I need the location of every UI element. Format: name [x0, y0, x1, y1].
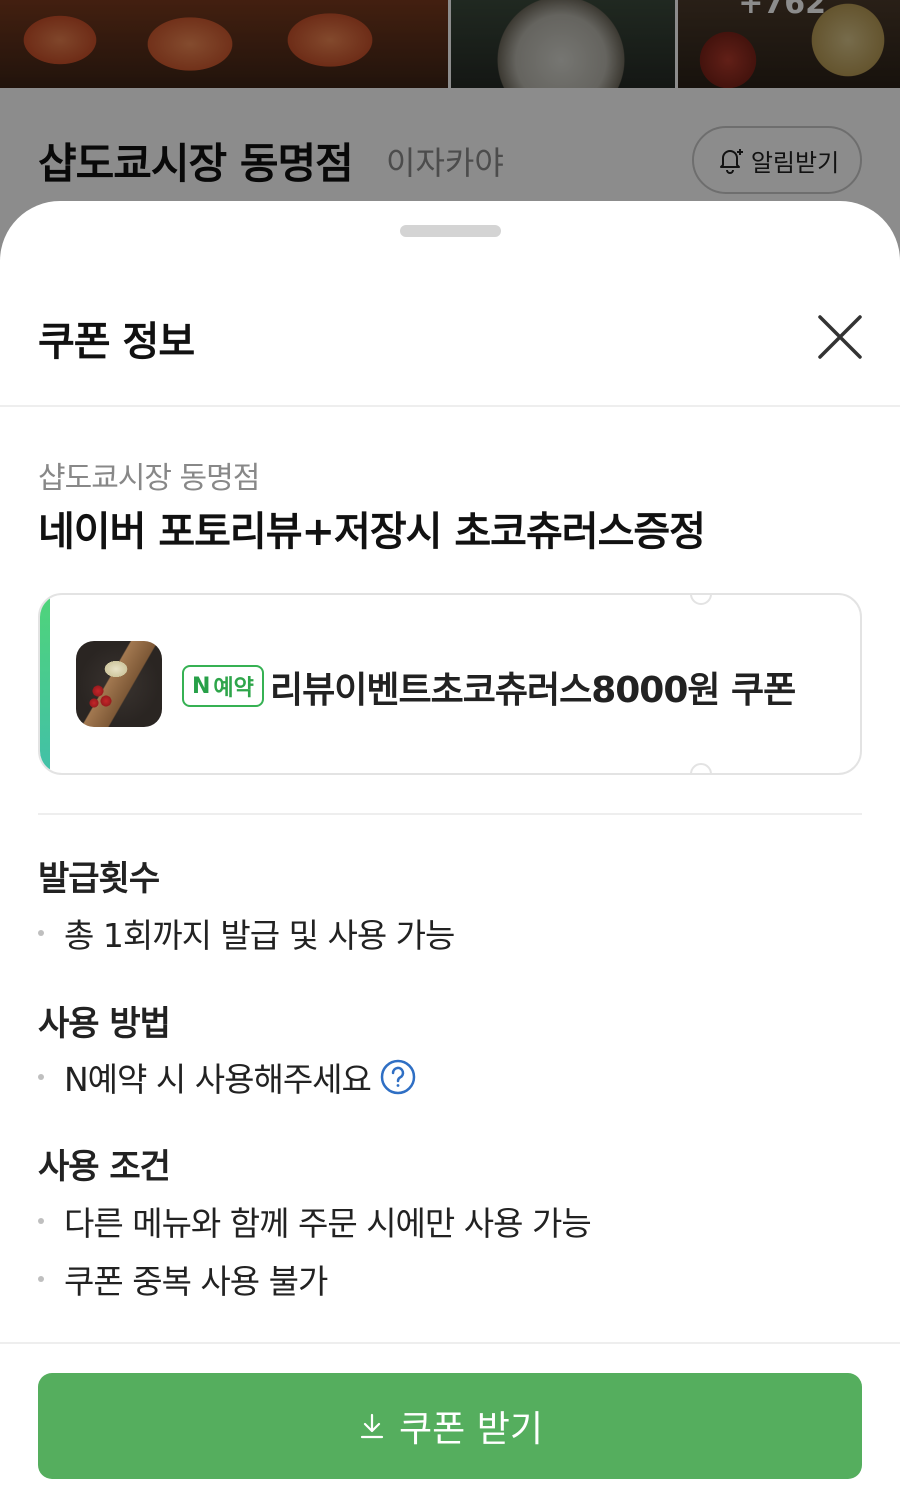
usage-method-title: 사용 방법 — [38, 1004, 171, 1044]
list-item: 쿠폰 중복 사용 불가 — [38, 1255, 328, 1303]
bullet-dot — [38, 1074, 44, 1080]
close-icon[interactable] — [812, 309, 868, 365]
help-icon[interactable] — [379, 1058, 417, 1096]
list-item: 다른 메뉴와 함께 주문 시에만 사용 가능 — [38, 1197, 592, 1245]
divider — [0, 1342, 900, 1344]
coupon-notch — [690, 595, 712, 605]
badge-label: 예약 — [213, 676, 254, 701]
coupon-store-name: 샵도쿄시장 동명점 — [38, 461, 260, 496]
bullet-dot — [38, 930, 44, 936]
download-icon — [360, 1413, 384, 1439]
list-item-text: N예약 시 사용해주세요 — [64, 1060, 372, 1099]
list-item: N예약 시 사용해주세요 — [38, 1053, 417, 1101]
bullet-dot — [38, 1276, 44, 1282]
list-item-text: 총 1회까지 발급 및 사용 가능 — [64, 916, 455, 955]
coupon-info-sheet: 쿠폰 정보 샵도쿄시장 동명점 네이버 포토리뷰+저장시 초코츄러스증정 N 예… — [0, 201, 900, 1498]
coupon-notch — [690, 763, 712, 773]
issue-count-title: 발급횟수 — [38, 859, 160, 899]
download-button-label: 쿠폰 받기 — [399, 1409, 543, 1450]
divider — [0, 405, 900, 407]
coupon-name: 리뷰이벤트초코츄러스8000원 쿠폰 — [270, 670, 796, 711]
sheet-title: 쿠폰 정보 — [38, 319, 195, 365]
download-coupon-button[interactable]: 쿠폰 받기 — [38, 1373, 862, 1479]
list-item-text: 다른 메뉴와 함께 주문 시에만 사용 가능 — [64, 1204, 592, 1243]
bullet-dot — [38, 1218, 44, 1224]
divider — [38, 813, 862, 815]
usage-conditions-title: 사용 조건 — [38, 1147, 171, 1187]
coupon-event-title: 네이버 포토리뷰+저장시 초코츄러스증정 — [38, 509, 706, 555]
coupon-card: N 예약 리뷰이벤트초코츄러스8000원 쿠폰 — [38, 593, 862, 775]
n-reservation-badge: N 예약 — [182, 665, 264, 707]
sheet-drag-handle[interactable] — [400, 225, 501, 237]
list-item-text: 쿠폰 중복 사용 불가 — [64, 1262, 328, 1301]
coupon-thumbnail — [76, 641, 162, 727]
list-item: 총 1회까지 발급 및 사용 가능 — [38, 909, 455, 957]
n-logo-icon: N — [192, 673, 211, 699]
coupon-accent-bar — [40, 595, 50, 773]
